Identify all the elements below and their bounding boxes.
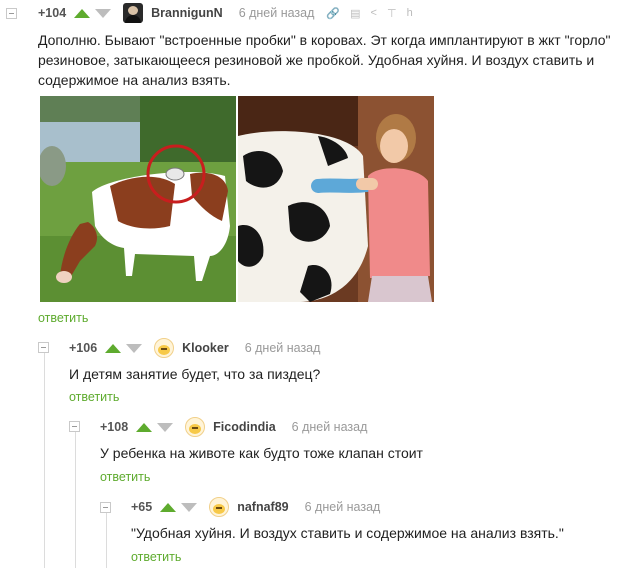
comment-text-line: содержимое на анализ взять.	[38, 72, 231, 88]
upvote-arrow-icon[interactable]	[136, 422, 153, 432]
collapse-toggle[interactable]	[38, 342, 49, 353]
username[interactable]: BrannigunN	[151, 6, 223, 20]
rating-count: +65	[131, 500, 153, 514]
thread-line[interactable]	[44, 350, 45, 568]
downvote-arrow-icon[interactable]	[181, 502, 198, 512]
rating-count: +106	[69, 341, 98, 355]
comment-text-line: Дополню. Бывают "встроенные пробки" в ко…	[38, 32, 611, 48]
avatar[interactable]	[123, 3, 144, 23]
girl-with-cow-image[interactable]	[238, 96, 434, 302]
upvote-arrow-icon[interactable]	[105, 343, 122, 353]
reply-link[interactable]: ответить	[38, 311, 88, 325]
avatar[interactable]	[185, 417, 206, 437]
upvote-arrow-icon[interactable]	[74, 8, 91, 18]
upvote-arrow-icon[interactable]	[160, 502, 177, 512]
comment-header: +106 Klooker 6 дней назад	[69, 337, 332, 359]
downvote-arrow-icon[interactable]	[157, 422, 174, 432]
comment-header: +108 Ficodindia 6 дней назад	[100, 416, 379, 438]
timestamp[interactable]: 6 дней назад	[292, 420, 368, 434]
timestamp[interactable]: 6 дней назад	[245, 341, 321, 355]
pin-icon[interactable]: ⊤	[387, 7, 397, 20]
timestamp[interactable]: 6 дней назад	[239, 6, 315, 20]
share-icon[interactable]: <	[371, 7, 377, 19]
collapse-toggle[interactable]	[100, 502, 111, 513]
username[interactable]: Klooker	[182, 341, 229, 355]
timestamp[interactable]: 6 дней назад	[305, 500, 381, 514]
downvote-arrow-icon[interactable]	[95, 8, 112, 18]
comment-text: И детям занятие будет, что за пиздец?	[69, 366, 321, 382]
link-icon[interactable]: 🔗	[326, 7, 340, 20]
thread-line[interactable]	[75, 430, 76, 568]
collapse-toggle[interactable]	[69, 421, 80, 432]
reply-link[interactable]: ответить	[100, 470, 150, 484]
comment-header: +65 nafnaf89 6 дней назад	[131, 496, 392, 518]
reply-link[interactable]: ответить	[131, 550, 181, 564]
avatar[interactable]	[209, 497, 230, 517]
downvote-arrow-icon[interactable]	[126, 343, 143, 353]
comment-text: У ребенка на животе как будто тоже клапа…	[100, 445, 423, 461]
avatar[interactable]	[154, 338, 175, 358]
username[interactable]: Ficodindia	[213, 420, 276, 434]
more-icon[interactable]: h	[407, 7, 413, 19]
reply-link[interactable]: ответить	[69, 390, 119, 404]
comment-header: +104 BrannigunN 6 дней назад 🔗 ▤ < ⊤ h	[38, 2, 423, 24]
comment-text-line: резиновое, затыкающееся резиновой же про…	[38, 52, 595, 68]
save-icon[interactable]: ▤	[350, 7, 360, 20]
rating-count: +104	[38, 6, 67, 20]
rating-count: +108	[100, 420, 129, 434]
username[interactable]: nafnaf89	[237, 500, 288, 514]
comment-text: "Удобная хуйня. И воздух ставить и содер…	[131, 525, 564, 541]
thread-line[interactable]	[106, 510, 107, 568]
cow-grazing-image[interactable]	[40, 96, 236, 302]
collapse-toggle[interactable]	[6, 8, 17, 19]
comment-text: Дополню. Бывают "встроенные пробки" в ко…	[38, 30, 632, 90]
